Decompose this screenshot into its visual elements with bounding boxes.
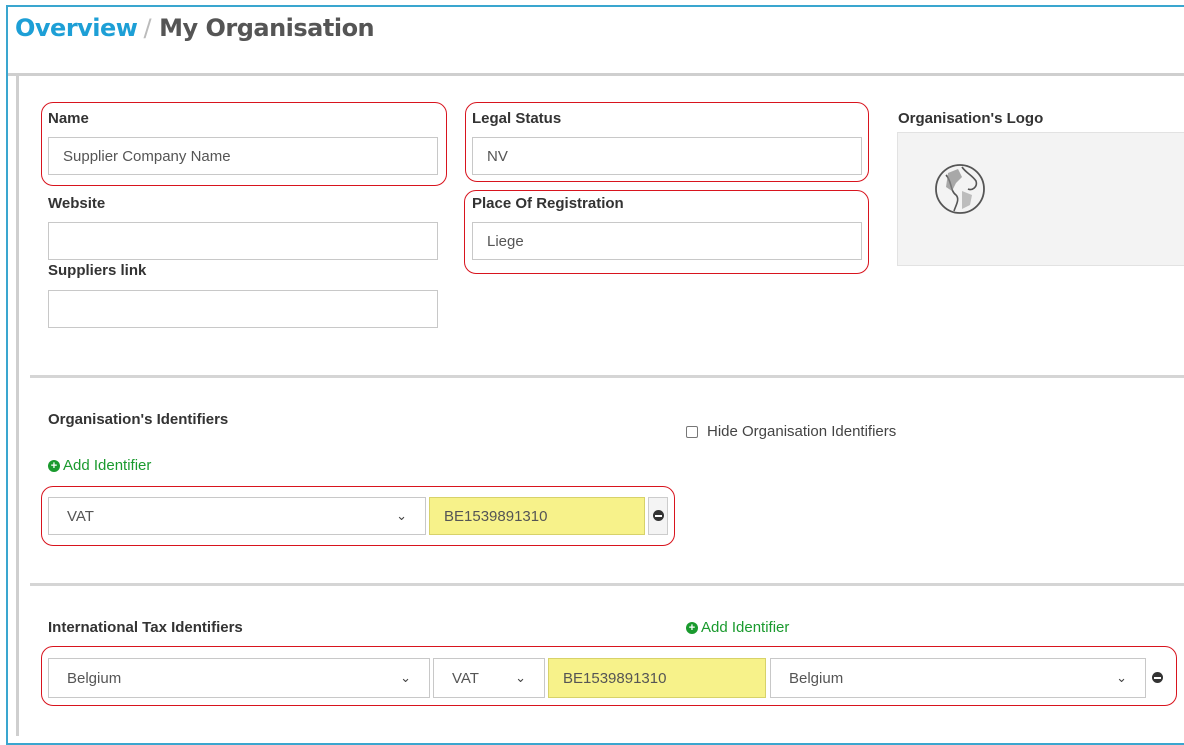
- content-left-border: [16, 76, 19, 736]
- identifier-type-select[interactable]: VAT ⌄: [48, 497, 426, 535]
- suppliers-link-label: Suppliers link: [48, 262, 147, 279]
- tax-id-input[interactable]: BE1539891310: [548, 658, 766, 698]
- tax-type-value: VAT: [452, 669, 479, 687]
- add-identifier-label: Add Identifier: [63, 457, 152, 474]
- chevron-down-icon: ⌄: [515, 670, 526, 685]
- minus-circle-icon: [653, 510, 664, 521]
- tax-issuer-country-value: Belgium: [789, 669, 844, 687]
- breadcrumb-overview-link[interactable]: Overview: [15, 14, 138, 42]
- org-identifiers-title: Organisation's Identifiers: [48, 411, 229, 428]
- add-identifier-link[interactable]: + Add Identifier: [48, 457, 151, 474]
- remove-tax-identifier-icon[interactable]: [1152, 672, 1163, 683]
- tax-country-value: Belgium: [67, 669, 122, 687]
- tax-identifiers-title: International Tax Identifiers: [48, 619, 243, 636]
- legal-status-label: Legal Status: [472, 110, 562, 127]
- tax-country-select[interactable]: Belgium ⌄: [48, 658, 430, 698]
- chevron-down-icon: ⌄: [400, 670, 411, 685]
- add-tax-identifier-label: Add Identifier: [701, 619, 790, 636]
- place-of-registration-input[interactable]: Liege: [472, 222, 862, 260]
- logo-label: Organisation's Logo: [898, 110, 1044, 127]
- name-label: Name: [48, 110, 89, 127]
- section-divider-2: [30, 583, 1184, 586]
- add-tax-identifier-link[interactable]: + Add Identifier: [686, 619, 789, 636]
- logo-upload-area[interactable]: [897, 132, 1184, 266]
- identifier-value-input[interactable]: BE1539891310: [429, 497, 645, 535]
- breadcrumb: Overview / My Organisation: [15, 14, 375, 42]
- hide-identifiers-label[interactable]: Hide Organisation Identifiers: [707, 423, 896, 440]
- section-divider-1: [30, 375, 1184, 378]
- header-divider: [8, 73, 1184, 76]
- website-label: Website: [48, 195, 106, 212]
- tax-type-select[interactable]: VAT ⌄: [433, 658, 545, 698]
- suppliers-link-input[interactable]: [48, 290, 438, 328]
- globe-icon: [935, 164, 985, 214]
- page-title: My Organisation: [159, 14, 375, 42]
- tax-issuer-country-select[interactable]: Belgium ⌄: [770, 658, 1146, 698]
- remove-identifier-button[interactable]: [648, 497, 668, 535]
- place-of-registration-label: Place Of Registration: [472, 195, 624, 212]
- website-input[interactable]: [48, 222, 438, 260]
- chevron-down-icon: ⌄: [1116, 670, 1127, 685]
- hide-identifiers-checkbox[interactable]: [686, 426, 698, 438]
- plus-circle-icon: +: [686, 621, 698, 634]
- legal-status-input[interactable]: NV: [472, 137, 862, 175]
- breadcrumb-separator: /: [143, 14, 152, 42]
- chevron-down-icon: ⌄: [396, 508, 407, 523]
- plus-circle-icon: +: [48, 459, 60, 472]
- name-input[interactable]: Supplier Company Name: [48, 137, 438, 175]
- identifier-type-value: VAT: [67, 507, 94, 525]
